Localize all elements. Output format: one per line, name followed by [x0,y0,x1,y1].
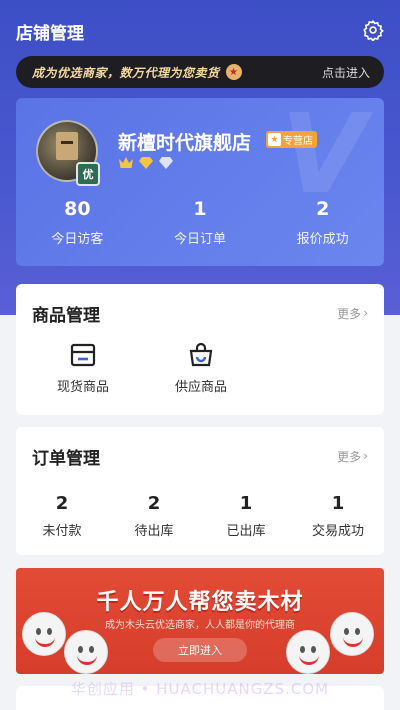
banner-subtitle: 成为木头云优选商家，人人都是你的代理商 [105,620,295,631]
banner-enter-button[interactable]: 立即进入 [153,638,247,662]
goods-more-link[interactable]: 更多 › [337,305,368,322]
order-status-label: 交易成功 [311,524,364,539]
order-count: 2 [55,493,69,514]
store-level-icons [118,156,174,170]
goods-item-supply[interactable]: 供应商品 [142,342,260,395]
stat-label: 今日访客 [51,232,104,247]
diamond-icon [139,157,153,169]
goods-card-header: 商品管理 更多 › [16,284,384,342]
goods-item-label: 现货商品 [56,380,109,395]
gear-icon[interactable] [362,19,384,41]
promo-enter-link[interactable]: 点击进入 [322,64,370,81]
order-status-label: 待出库 [134,524,174,539]
promo-text: 成为优选商家，数万代理为您卖货 [32,65,220,80]
store-avatar[interactable]: 优 [36,120,100,186]
top-bar: 店铺管理 [0,0,400,58]
page-title: 店铺管理 [16,23,84,44]
chevron-right-icon: › [363,449,368,463]
stat-value: 2 [316,198,330,220]
goods-management-card: 商品管理 更多 › 现货商品 供应商品 [16,284,384,415]
order-status-completed[interactable]: 1 交易成功 [292,493,384,539]
stat-value: 80 [64,198,91,220]
banner-title: 千人万人帮您卖木材 [96,590,304,615]
star-icon: ★ [268,133,281,146]
promo-banner[interactable]: 千人万人帮您卖木材 成为木头云优选商家，人人都是你的代理商 立即进入 [16,568,384,674]
store-card[interactable]: V 优 新檀时代旗舰店 ★ 专营店 80 今日访客 1 今日订单 2 报价成功 [16,98,384,266]
smiley-icon [64,630,108,674]
storage-box-icon [70,343,96,367]
diamond-icon [159,157,173,169]
stat-orders[interactable]: 1 今日订单 [139,198,262,247]
order-status-label: 未付款 [42,524,82,539]
order-count: 1 [239,493,253,514]
avatar-image [56,132,78,160]
more-label: 更多 [337,449,362,464]
order-status-label: 已出库 [226,524,266,539]
store-type-label: 专营店 [283,136,313,147]
stat-quotes[interactable]: 2 报价成功 [261,198,384,247]
orders-more-link[interactable]: 更多 › [337,448,368,465]
goods-item-in-stock[interactable]: 现货商品 [24,342,142,395]
chevron-right-icon: › [363,306,368,320]
order-status-unpaid[interactable]: 2 未付款 [16,493,108,539]
store-type-badge: ★ 专营店 [266,131,317,148]
more-label: 更多 [337,306,362,321]
goods-card-title: 商品管理 [32,305,100,326]
orders-card-header: 订单管理 更多 › [16,427,384,485]
stat-label: 今日订单 [174,232,227,247]
store-stats: 80 今日访客 1 今日订单 2 报价成功 [16,198,384,247]
stat-value: 1 [193,198,207,220]
shopping-bag-icon [189,342,213,367]
goods-items: 现货商品 供应商品 [16,342,384,395]
goods-item-label: 供应商品 [174,380,227,395]
stat-visitors[interactable]: 80 今日访客 [16,198,139,247]
crown-icon [119,157,133,168]
order-status-shipped[interactable]: 1 已出库 [200,493,292,539]
store-name: 新檀时代旗舰店 [118,132,252,154]
order-count: 2 [147,493,161,514]
order-count: 1 [331,493,345,514]
avatar-badge: 优 [76,162,100,186]
image-watermark: 华创应用 • HUACHUANGZS.COM [70,680,330,698]
smiley-icon [286,630,330,674]
stat-label: 报价成功 [296,232,349,247]
star-icon: ★ [225,64,242,80]
order-status-pending-shipment[interactable]: 2 待出库 [108,493,200,539]
promo-bar[interactable]: 成为优选商家，数万代理为您卖货 ★ 点击进入 [16,56,384,88]
orders-card-title: 订单管理 [32,448,100,469]
order-management-card: 订单管理 更多 › 2 未付款 2 待出库 1 已出库 1 交易成功 [16,427,384,555]
orders-items: 2 未付款 2 待出库 1 已出库 1 交易成功 [16,485,384,539]
